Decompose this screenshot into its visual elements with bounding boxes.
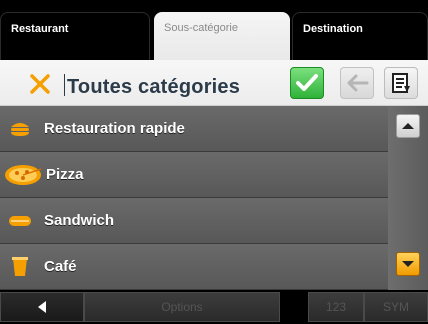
list-item[interactable]: Café <box>0 244 388 290</box>
list-item-label: Restauration rapide <box>44 120 185 137</box>
triangle-left-icon <box>38 301 46 313</box>
coffee-cup-icon <box>0 244 40 290</box>
close-icon <box>30 74 50 94</box>
scroll-down-button[interactable] <box>396 252 420 276</box>
document-button[interactable] <box>384 67 418 99</box>
tab-bar: Restaurant Sous-catégorie Destination <box>0 0 428 60</box>
confirm-button[interactable] <box>290 67 324 99</box>
options-button[interactable]: Options <box>84 292 280 322</box>
numeric-label: 123 <box>325 300 347 314</box>
bottom-bar: Options 123 SYM <box>0 290 428 324</box>
triangle-up-icon <box>402 123 414 129</box>
tab-sous-categorie-label: Sous-catégorie <box>164 22 238 34</box>
search-input-value: Toutes catégories <box>67 76 241 98</box>
list-item-label: Sandwich <box>44 212 115 229</box>
numeric-keyboard-button[interactable]: 123 <box>308 292 364 322</box>
tab-destination[interactable]: Destination <box>292 12 428 60</box>
symbols-keyboard-button[interactable]: SYM <box>364 292 428 322</box>
clear-button[interactable] <box>28 72 52 96</box>
search-header: Toutes catégories <box>0 60 428 106</box>
list-item-label: Pizza <box>46 166 84 183</box>
list-item-label: Café <box>44 258 77 275</box>
pizza-icon <box>0 152 46 198</box>
document-icon <box>392 73 410 93</box>
list-item[interactable]: Restauration rapide <box>0 106 388 152</box>
search-input[interactable]: Toutes catégories <box>64 71 240 99</box>
tab-sous-categorie[interactable]: Sous-catégorie <box>154 12 290 60</box>
burger-icon <box>0 106 40 152</box>
sandwich-icon <box>0 198 40 244</box>
symbols-label: SYM <box>382 300 409 314</box>
back-button[interactable] <box>0 292 84 322</box>
category-list: Restauration rapide Pizza Sandwich Café <box>0 106 388 290</box>
checkmark-icon <box>296 74 318 91</box>
list-item[interactable]: Pizza <box>0 152 388 198</box>
backspace-button[interactable] <box>340 67 374 99</box>
tab-restaurant[interactable]: Restaurant <box>0 12 150 60</box>
list-item[interactable]: Sandwich <box>0 198 388 244</box>
triangle-down-icon <box>402 261 414 267</box>
scroll-up-button[interactable] <box>396 114 420 138</box>
text-cursor <box>64 74 65 96</box>
tab-destination-label: Destination <box>303 23 363 35</box>
options-label: Options <box>161 300 203 314</box>
tab-restaurant-label: Restaurant <box>11 23 69 35</box>
arrow-left-icon <box>347 74 369 92</box>
scrollbar[interactable] <box>388 106 428 290</box>
